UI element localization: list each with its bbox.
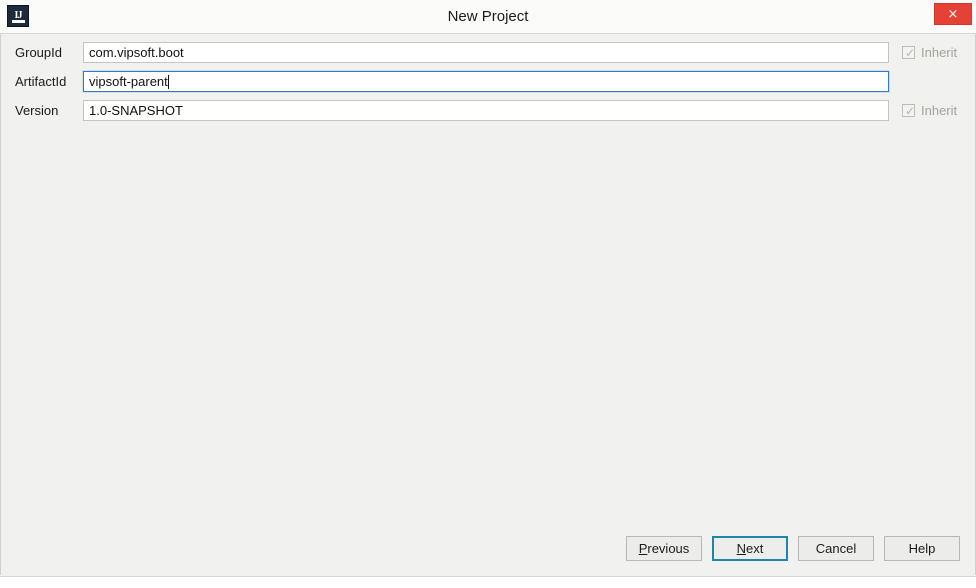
close-button[interactable]: × (934, 3, 972, 25)
groupid-label: GroupId (15, 45, 62, 60)
dialog-content: GroupId com.vipsoft.boot ✓ Inherit Artif… (0, 34, 976, 575)
window-title: New Project (447, 8, 529, 25)
groupid-value: com.vipsoft.boot (89, 45, 184, 60)
previous-button-label: revious (647, 540, 690, 556)
version-value: 1.0-SNAPSHOT (89, 103, 183, 118)
groupid-inherit-checkbox[interactable]: ✓ Inherit (902, 44, 957, 61)
checkbox-box: ✓ (902, 104, 916, 118)
version-inherit-label: Inherit (921, 103, 958, 118)
text-caret (167, 74, 169, 89)
previous-button[interactable]: Previous (626, 536, 702, 561)
checkbox-box: ✓ (902, 46, 916, 60)
version-label: Version (15, 103, 59, 118)
form-row-groupid: GroupId com.vipsoft.boot ✓ Inherit (1, 38, 975, 67)
help-button[interactable]: Help (884, 536, 960, 561)
close-icon: × (947, 6, 959, 22)
window-bottom-edge (0, 576, 976, 588)
artifactid-value: vipsoft-parent (89, 74, 168, 89)
cancel-button[interactable]: Cancel (798, 536, 874, 561)
new-project-dialog: IJ New Project × GroupId com.vipsoft.boo… (0, 0, 976, 588)
help-button-label: Help (908, 540, 936, 556)
previous-button-mnemonic: P (638, 540, 648, 556)
version-input[interactable]: 1.0-SNAPSHOT (83, 100, 889, 121)
form-row-artifactid: ArtifactId vipsoft-parent Inherit (1, 67, 975, 96)
cancel-button-label: Cancel (815, 540, 857, 556)
artifactid-input[interactable]: vipsoft-parent (83, 71, 889, 92)
next-button-mnemonic: N (736, 540, 747, 556)
checkmark-icon: ✓ (905, 104, 916, 118)
maven-coordinates-form: GroupId com.vipsoft.boot ✓ Inherit Artif… (1, 38, 975, 125)
next-button-label: ext (746, 540, 764, 556)
checkmark-icon: ✓ (905, 46, 916, 60)
groupid-inherit-label: Inherit (921, 45, 958, 60)
next-button[interactable]: Next (712, 536, 788, 561)
groupid-input[interactable]: com.vipsoft.boot (83, 42, 889, 63)
dialog-button-bar: Previous Next Cancel Help (626, 536, 960, 561)
artifactid-label: ArtifactId (15, 74, 67, 89)
form-row-version: Version 1.0-SNAPSHOT ✓ Inherit (1, 96, 975, 125)
title-bar: IJ New Project × (0, 0, 976, 34)
version-inherit-checkbox[interactable]: ✓ Inherit (902, 102, 957, 119)
